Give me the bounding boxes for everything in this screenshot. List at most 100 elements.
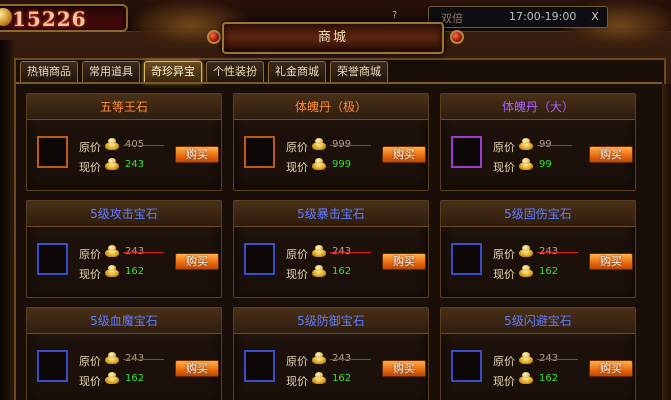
window-title: 商城: [317, 30, 348, 45]
item-slot-icon[interactable]: [244, 136, 275, 168]
gold-ingot-icon: [519, 352, 533, 364]
current-price: 99: [539, 159, 552, 170]
current-price: 162: [125, 266, 145, 277]
gold-ingot-icon: [312, 245, 326, 257]
gold-counter: 15226: [0, 4, 128, 32]
original-price: 243: [122, 353, 165, 364]
item-slot-icon[interactable]: [451, 350, 482, 382]
original-price-label: 原价: [79, 248, 101, 261]
tab-divider: [16, 82, 662, 84]
tab-honor-shop[interactable]: 荣誉商城: [330, 61, 388, 83]
original-price: 243: [536, 353, 579, 364]
item-name: 5级固伤宝石: [441, 201, 635, 227]
buy-button[interactable]: 购买: [175, 360, 219, 377]
item-card: 5级防御宝石原价 243 现价 162 购买: [233, 307, 429, 400]
current-price-label: 现价: [286, 268, 308, 281]
current-price-label: 现价: [493, 161, 515, 174]
original-price-label: 原价: [79, 355, 101, 368]
item-name: 5级防御宝石: [234, 308, 428, 334]
original-price-label: 原价: [286, 355, 308, 368]
left-border: [0, 40, 14, 400]
gold-ingot-icon: [105, 352, 119, 364]
current-price-label: 现价: [79, 161, 101, 174]
gold-ingot-icon: [105, 138, 119, 150]
item-name: 5级暴击宝石: [234, 201, 428, 227]
gold-ingot-icon: [312, 138, 326, 150]
gold-ingot-icon: [105, 372, 119, 384]
buy-button[interactable]: 购买: [382, 146, 426, 163]
current-price: 162: [539, 266, 559, 277]
gold-ingot-icon: [312, 265, 326, 277]
current-price: 243: [125, 159, 145, 170]
original-price: 405: [122, 139, 165, 150]
scrollbar[interactable]: [662, 84, 671, 400]
current-price-label: 现价: [493, 375, 515, 388]
buy-button[interactable]: 购买: [589, 146, 633, 163]
gold-ingot-icon: [519, 158, 533, 170]
item-name: 5级闪避宝石: [441, 308, 635, 334]
item-card: 5级暴击宝石 原价 243 现价 162 购买: [233, 200, 429, 298]
tab-gift-shop[interactable]: 礼金商城: [268, 61, 326, 83]
item-name: 体魄丹（极）: [234, 94, 428, 120]
original-price: 99: [537, 139, 572, 150]
gold-ingot-icon: [312, 158, 326, 170]
buy-button[interactable]: 购买: [175, 146, 219, 163]
tab-hot-items[interactable]: 热销商品: [20, 61, 78, 83]
gold-ingot-icon: [105, 158, 119, 170]
gold-ingot-icon: [519, 138, 533, 150]
item-slot-icon[interactable]: [244, 243, 275, 275]
title-gem-left-icon: [207, 30, 221, 44]
item-slot-icon[interactable]: [451, 243, 482, 275]
current-price-label: 现价: [286, 161, 308, 174]
current-price: 162: [332, 373, 352, 384]
item-grid: 五等王石 原价 405 现价 243 购买 体魄丹（极） 原价 999 现价 999 购买 体魄丹（大）…: [26, 93, 666, 400]
event-label: 双倍: [441, 12, 463, 25]
buy-button[interactable]: 购买: [382, 360, 426, 377]
original-price-label: 原价: [79, 141, 101, 154]
item-card: 5级攻击宝石 原价 243 现价 162 购买: [26, 200, 222, 298]
item-slot-icon[interactable]: [451, 136, 482, 168]
item-name: 5级血魔宝石: [27, 308, 221, 334]
current-price: 999: [332, 159, 352, 170]
title-gem-right-icon: [450, 30, 464, 44]
current-price: 162: [539, 373, 559, 384]
close-icon[interactable]: X: [587, 9, 603, 25]
event-time: 17:00-19:00: [509, 10, 577, 23]
current-price-label: 现价: [286, 375, 308, 388]
tab-rare-treasures[interactable]: 奇珍异宝: [144, 61, 202, 83]
tab-common-items[interactable]: 常用道具: [82, 61, 140, 83]
original-price-label: 原价: [286, 141, 308, 154]
item-slot-icon[interactable]: [37, 136, 68, 168]
item-slot-icon[interactable]: [37, 350, 68, 382]
current-price-label: 现价: [79, 268, 101, 281]
item-card: 五等王石 原价 405 现价 243 购买: [26, 93, 222, 191]
original-price-label: 原价: [493, 355, 515, 368]
original-price: 243: [536, 246, 579, 257]
buy-button[interactable]: 购买: [175, 253, 219, 270]
original-price: 999: [329, 139, 372, 150]
buy-button[interactable]: 购买: [589, 253, 633, 270]
gold-ingot-icon: [105, 265, 119, 277]
gold-ingot-icon: [312, 372, 326, 384]
current-price: 162: [332, 266, 352, 277]
original-price: 243: [329, 353, 372, 364]
item-slot-icon[interactable]: [244, 350, 275, 382]
buy-button[interactable]: 购买: [382, 253, 426, 270]
original-price-label: 原价: [493, 248, 515, 261]
original-price-label: 原价: [493, 141, 515, 154]
item-slot-icon[interactable]: [37, 243, 68, 275]
category-tabs: 热销商品 常用道具 奇珍异宝 个性装扮 礼金商城 荣誉商城: [20, 61, 388, 83]
item-card: 体魄丹（极） 原价 999 现价 999 购买: [233, 93, 429, 191]
event-time-box: 双倍 17:00-19:00 X: [428, 6, 608, 28]
current-price: 162: [125, 373, 145, 384]
gold-amount: 15226: [12, 7, 87, 31]
original-price-label: 原价: [286, 248, 308, 261]
current-price-label: 现价: [79, 375, 101, 388]
item-name: 5级攻击宝石: [27, 201, 221, 227]
gold-ingot-icon: [519, 245, 533, 257]
buy-button[interactable]: 购买: [589, 360, 633, 377]
title-plate: 商城: [222, 22, 444, 54]
gold-ingot-icon: [105, 245, 119, 257]
gold-ingot-icon: [312, 352, 326, 364]
tab-fashion[interactable]: 个性装扮: [206, 61, 264, 83]
